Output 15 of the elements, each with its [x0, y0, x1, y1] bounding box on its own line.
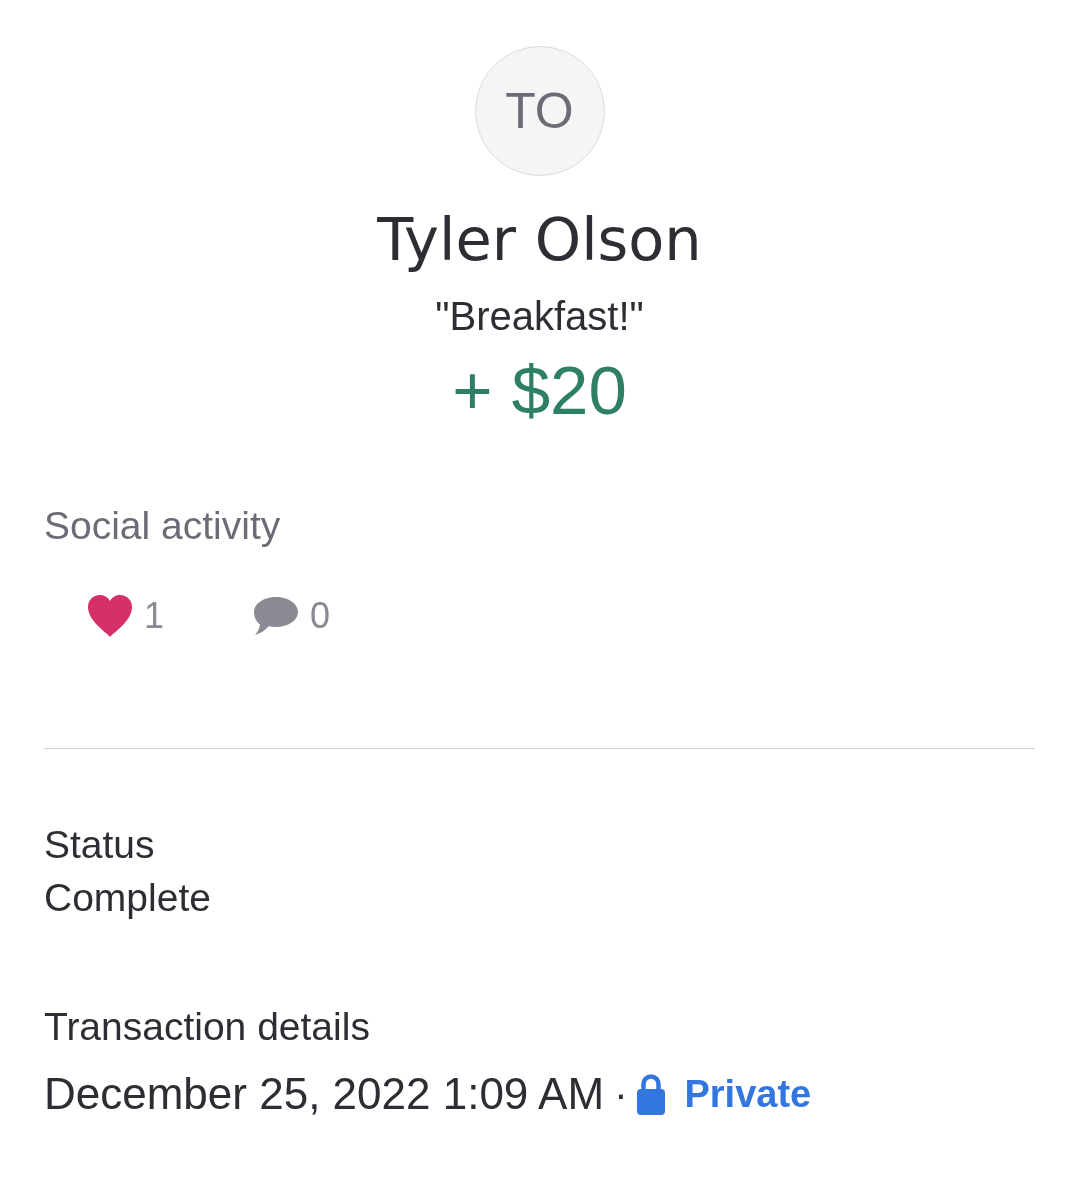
transaction-date: December 25, 2022 1:09 AM [44, 1069, 605, 1119]
speech-bubble-icon [254, 597, 299, 635]
payment-note: "Breakfast!" [435, 293, 644, 339]
like-button[interactable]: 1 [88, 594, 165, 638]
comment-button[interactable]: 0 [254, 594, 331, 638]
status-value: Complete [44, 877, 212, 919]
avatar-initials: TO [505, 82, 574, 140]
privacy-label: Private [684, 1072, 812, 1117]
lock-icon [637, 1073, 666, 1115]
social-activity-heading: Social activity [44, 505, 282, 547]
status-label: Status [44, 824, 156, 866]
separator-dot: · [614, 1071, 628, 1118]
transaction-details-heading: Transaction details [44, 1006, 371, 1048]
payment-amount: + $20 [452, 353, 627, 429]
payer-name: Tyler Olson [377, 205, 702, 275]
